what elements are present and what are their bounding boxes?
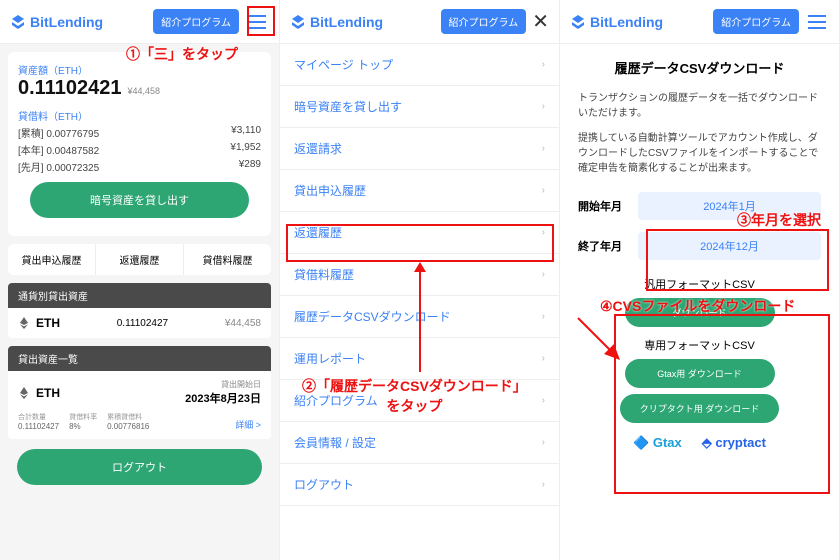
chevron-right-icon: › <box>542 479 545 490</box>
menu-logout[interactable]: ログアウト› <box>280 464 559 506</box>
chevron-right-icon: › <box>542 143 545 154</box>
asset-list-row: ETH 貸出開始日 2023年8月23日 合計数量0.11102427 貸借料率… <box>8 371 271 439</box>
eth-icon <box>18 317 30 329</box>
screen-home: BitLending 紹介プログラム ①「三」をタップ 資産額（ETH） 0.1… <box>0 0 280 560</box>
partner-gtax: 🔷 Gtax <box>633 435 682 451</box>
close-icon[interactable]: ✕ <box>532 9 549 34</box>
start-month-row: 開始年月 2024年1月 <box>560 186 839 226</box>
chevron-right-icon: › <box>542 311 545 322</box>
hamburger-icon[interactable] <box>245 10 269 34</box>
tab-return[interactable]: 返還履歴 <box>96 244 184 275</box>
partner-cryptact: ⬘ cryptact <box>702 435 766 451</box>
logo-icon <box>570 14 586 30</box>
header: BitLending 紹介プログラム ✕ <box>280 0 559 44</box>
lend-button[interactable]: 暗号資産を貸し出す <box>30 182 249 218</box>
chevron-right-icon: › <box>542 101 545 112</box>
desc-1: トランザクションの履歴データを一括でダウンロードいただけます。 <box>560 91 839 121</box>
header: BitLending 紹介プログラム <box>0 0 279 44</box>
eth-icon <box>18 387 30 399</box>
asset-jpy: ¥44,458 <box>127 86 160 96</box>
menu-return-req[interactable]: 返還請求› <box>280 128 559 170</box>
fee-label: 貸借料（ETH） <box>18 108 261 123</box>
hamburger-icon[interactable] <box>805 10 829 34</box>
tab-lend-apply[interactable]: 貸出申込履歴 <box>8 244 96 275</box>
desc-2: 提携している自動計算ツールでアカウント作成し、ダウンロードしたCSVファイルをイ… <box>560 131 839 176</box>
chevron-right-icon: › <box>542 395 545 406</box>
arrow-diag-icon <box>574 314 624 369</box>
asset-amount: 0.11102421 <box>18 77 121 100</box>
referral-button[interactable]: 紹介プログラム <box>713 9 799 34</box>
chevron-right-icon: › <box>542 437 545 448</box>
download-gtax[interactable]: Gtax用 ダウンロード <box>625 359 775 388</box>
chevron-right-icon: › <box>542 185 545 196</box>
partners: 🔷 Gtax ⬘ cryptact <box>560 435 839 451</box>
asset-label: 資産額（ETH） <box>18 62 261 77</box>
currency-row: ETH 0.11102427 ¥44,458 <box>8 308 271 338</box>
header: BitLending 紹介プログラム <box>560 0 839 44</box>
referral-button[interactable]: 紹介プログラム <box>441 9 527 34</box>
chevron-right-icon: › <box>542 269 545 280</box>
screen-csv: BitLending 紹介プログラム 履歴データCSVダウンロード トランザクシ… <box>560 0 840 560</box>
fee-month: [先月] 0.00072325 <box>18 159 99 174</box>
asset-card: 資産額（ETH） 0.11102421 ¥44,458 貸借料（ETH） [累積… <box>8 52 271 236</box>
section-by-currency: 通貨別貸出資産 <box>8 283 271 308</box>
fee-year: [本年] 0.00487582 <box>18 142 99 157</box>
brand-logo: BitLending <box>10 14 103 30</box>
brand-logo: BitLending <box>290 14 383 30</box>
history-tabs: 貸出申込履歴 返還履歴 貸借料履歴 <box>8 244 271 275</box>
chevron-right-icon: › <box>542 59 545 70</box>
logout-button[interactable]: ログアウト <box>17 449 263 485</box>
screen-menu: BitLending 紹介プログラム ✕ マイページ トップ› 暗号資産を貸し出… <box>280 0 560 560</box>
arrow-up-icon <box>410 262 430 372</box>
download-generic[interactable]: ダウンロード <box>625 298 775 327</box>
start-month-select[interactable]: 2024年1月 <box>638 192 821 220</box>
detail-link[interactable]: 詳細 > <box>235 418 261 431</box>
page-title: 履歴データCSVダウンロード <box>560 58 839 77</box>
end-month-row: 終了年月 2024年12月 <box>560 226 839 266</box>
chevron-right-icon: › <box>542 227 545 238</box>
menu-lend-history[interactable]: 貸出申込履歴› <box>280 170 559 212</box>
referral-button[interactable]: 紹介プログラム <box>153 9 239 34</box>
menu-lend[interactable]: 暗号資産を貸し出す› <box>280 86 559 128</box>
logo-icon <box>10 14 26 30</box>
tab-fee-history[interactable]: 貸借料履歴 <box>184 244 271 275</box>
format-generic-label: 汎用フォーマットCSV <box>560 276 839 292</box>
menu-referral[interactable]: 紹介プログラム› <box>280 380 559 422</box>
section-asset-list: 貸出資産一覧 <box>8 346 271 371</box>
fee-cum: [累積] 0.00776795 <box>18 125 99 140</box>
logo-icon <box>290 14 306 30</box>
menu-mypage[interactable]: マイページ トップ› <box>280 44 559 86</box>
brand-logo: BitLending <box>570 14 663 30</box>
chevron-right-icon: › <box>542 353 545 364</box>
menu-return-history[interactable]: 返還履歴› <box>280 212 559 254</box>
end-month-select[interactable]: 2024年12月 <box>638 232 821 260</box>
download-cryptact[interactable]: クリプタクト用 ダウンロード <box>620 394 780 423</box>
menu-account[interactable]: 会員情報 / 設定› <box>280 422 559 464</box>
